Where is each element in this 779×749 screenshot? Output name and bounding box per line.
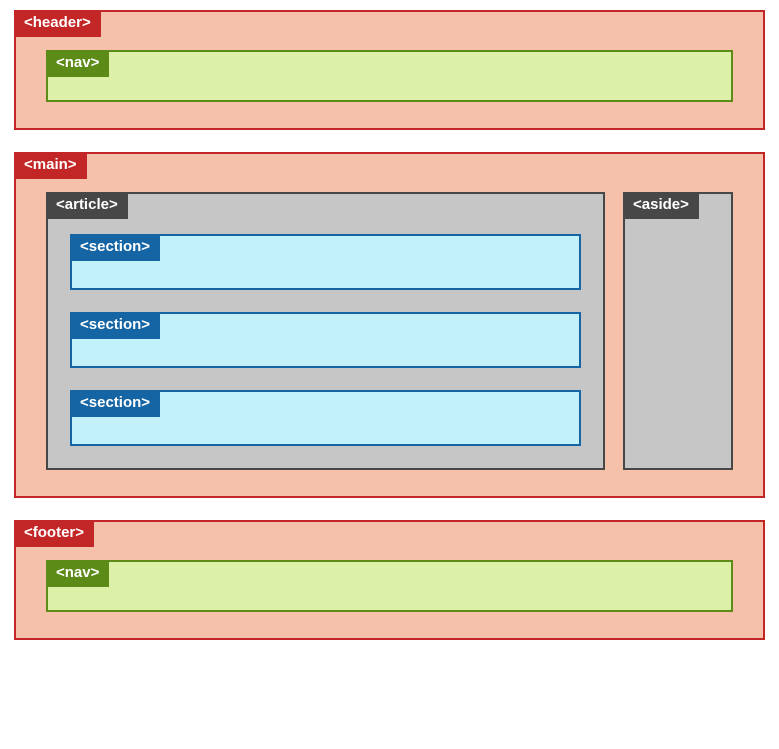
footer-tag: <footer> — [14, 520, 94, 547]
nav-tag: <nav> — [46, 560, 109, 587]
header-tag: <header> — [14, 10, 101, 37]
section-region-2: <section> — [70, 312, 581, 368]
article-region: <article> <section> <section> <section> — [46, 192, 605, 470]
header-nav-region: <nav> — [46, 50, 733, 102]
nav-tag: <nav> — [46, 50, 109, 77]
aside-tag: <aside> — [623, 192, 699, 219]
section-region-1: <section> — [70, 234, 581, 290]
main-tag: <main> — [14, 152, 87, 179]
header-region: <header> <nav> — [14, 10, 765, 130]
section-region-3: <section> — [70, 390, 581, 446]
article-tag: <article> — [46, 192, 128, 219]
main-content-row: <article> <section> <section> <section> … — [46, 192, 733, 470]
aside-region: <aside> — [623, 192, 733, 470]
section-tag: <section> — [70, 234, 160, 261]
section-tag: <section> — [70, 312, 160, 339]
footer-nav-region: <nav> — [46, 560, 733, 612]
main-region: <main> <article> <section> <section> <se… — [14, 152, 765, 498]
footer-region: <footer> <nav> — [14, 520, 765, 640]
section-tag: <section> — [70, 390, 160, 417]
